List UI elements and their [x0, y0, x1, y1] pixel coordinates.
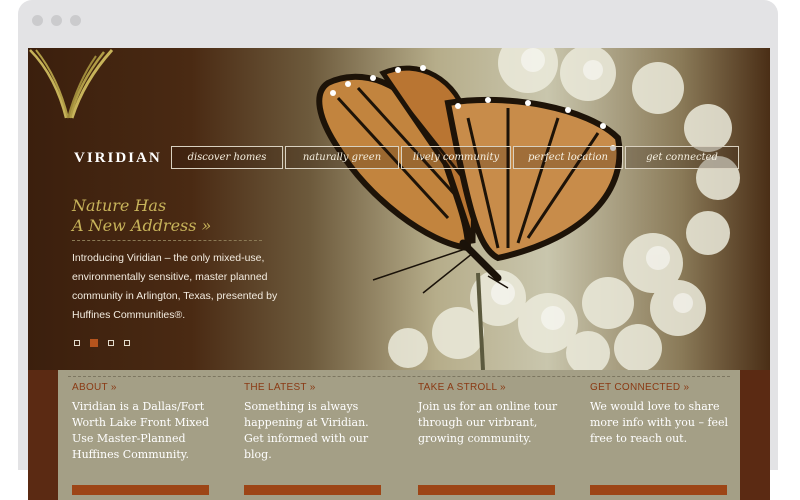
column-text: Join us for an online tour through our v… — [418, 400, 558, 445]
slide-dot[interactable] — [124, 340, 130, 346]
column-text: Viridian is a Dallas/Fort Worth Lake Fro… — [72, 400, 210, 461]
nav-discover-homes[interactable]: discover homes — [171, 146, 283, 169]
hero-banner: VIRIDIAN discover homes naturally green … — [28, 48, 770, 370]
hero-tagline[interactable]: Nature Has A New Address » — [72, 196, 211, 236]
connect-column: GET CONNECTED » We would love to share m… — [590, 382, 735, 495]
column-heading[interactable]: GET CONNECTED » — [590, 382, 735, 393]
column-heading[interactable]: ABOUT » — [72, 382, 217, 393]
slide-dot-active[interactable] — [90, 339, 98, 347]
column-text: Something is always happening at Viridia… — [244, 400, 369, 461]
column-heading[interactable]: THE LATEST » — [244, 382, 389, 393]
slide-dot[interactable] — [74, 340, 80, 346]
column-heading[interactable]: TAKE A STROLL » — [418, 382, 563, 393]
latest-column: THE LATEST » Something is always happeni… — [244, 382, 389, 495]
viridian-logo-icon — [29, 48, 114, 119]
hero-intro-text: Introducing Viridian – the only mixed-us… — [72, 252, 278, 321]
column-text: We would love to share more info with yo… — [590, 400, 729, 445]
about-column: ABOUT » Viridian is a Dallas/Fort Worth … — [72, 382, 217, 495]
info-panel: ABOUT » Viridian is a Dallas/Fort Worth … — [58, 370, 740, 500]
column-button[interactable] — [590, 485, 727, 495]
nav-lively-community[interactable]: lively community — [401, 146, 511, 169]
main-nav: discover homes naturally green lively co… — [171, 146, 739, 169]
divider — [72, 240, 262, 241]
footer-section: ABOUT » Viridian is a Dallas/Fort Worth … — [28, 370, 770, 500]
window-dot-icon — [51, 15, 62, 26]
tagline-line: A New Address » — [72, 216, 212, 235]
column-button[interactable] — [244, 485, 381, 495]
brand-name[interactable]: VIRIDIAN — [74, 150, 162, 167]
stroll-column: TAKE A STROLL » Join us for an online to… — [418, 382, 563, 495]
nav-naturally-green[interactable]: naturally green — [285, 146, 399, 169]
slide-dot[interactable] — [108, 340, 114, 346]
tagline-line: Nature Has — [72, 196, 167, 215]
divider — [68, 376, 730, 377]
nav-get-connected[interactable]: get connected — [625, 146, 739, 169]
column-button[interactable] — [418, 485, 555, 495]
slide-pager — [74, 339, 130, 347]
website: VIRIDIAN discover homes naturally green … — [28, 48, 770, 500]
window-dot-icon — [32, 15, 43, 26]
nav-perfect-location[interactable]: perfect location — [513, 146, 623, 169]
window-dot-icon — [70, 15, 81, 26]
column-button[interactable] — [72, 485, 209, 495]
